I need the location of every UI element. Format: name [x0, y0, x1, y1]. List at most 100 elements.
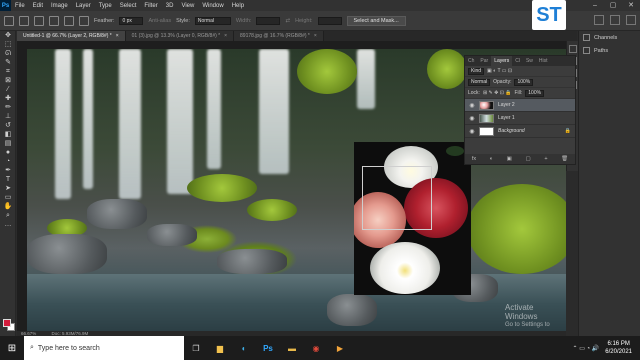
- menu-layer[interactable]: Layer: [72, 3, 95, 9]
- kind-filter-select[interactable]: Kind: [468, 67, 485, 75]
- gradient-icon[interactable]: ▤: [3, 140, 13, 148]
- opacity-input[interactable]: 100%: [514, 78, 534, 86]
- path-select-icon[interactable]: ➤: [3, 185, 13, 193]
- menu-image[interactable]: Image: [47, 3, 72, 9]
- style-select[interactable]: Normal: [194, 16, 231, 25]
- tab-paragraph[interactable]: Par: [477, 56, 491, 66]
- crop-tool-icon[interactable]: ⌗: [3, 68, 13, 76]
- layer-row-layer-1[interactable]: ◉ Layer 1: [465, 112, 575, 125]
- minimize-icon[interactable]: –: [586, 0, 604, 11]
- blend-mode-select[interactable]: Normal: [468, 78, 491, 86]
- visibility-eye-icon[interactable]: ◉: [469, 102, 475, 109]
- height-input[interactable]: [317, 16, 342, 25]
- pen-tool-icon[interactable]: ✒: [3, 167, 13, 175]
- rectangle-tool-icon[interactable]: ▭: [3, 194, 13, 202]
- home-icon[interactable]: [4, 15, 14, 26]
- hand-tool-icon[interactable]: ✋: [3, 203, 13, 211]
- edge-browser-icon[interactable]: ◐: [232, 336, 256, 360]
- layer-name[interactable]: Layer 1: [498, 115, 571, 121]
- new-layer-icon[interactable]: +: [544, 156, 547, 162]
- task-view-icon[interactable]: ❐: [184, 336, 208, 360]
- folder-icon[interactable]: ▬: [280, 336, 304, 360]
- quick-select-icon[interactable]: ✎: [3, 59, 13, 67]
- fx-icon[interactable]: fx: [472, 156, 476, 162]
- healing-brush-icon[interactable]: ✚: [3, 95, 13, 103]
- tab-color[interactable]: Cl: [512, 56, 523, 66]
- dodge-tool-icon[interactable]: ◔: [3, 158, 13, 166]
- tab-history[interactable]: Hist: [536, 56, 551, 66]
- clone-stamp-icon[interactable]: ⊥: [3, 113, 13, 121]
- visibility-eye-icon[interactable]: ◉: [469, 115, 475, 122]
- width-input[interactable]: [256, 16, 281, 25]
- layer-row-layer-2[interactable]: ◉ Layer 2: [465, 99, 575, 112]
- group-icon[interactable]: ▢: [526, 156, 531, 162]
- subtract-selection-icon[interactable]: [64, 15, 74, 26]
- antialias-checkbox[interactable]: Anti-alias: [148, 18, 171, 24]
- windows-start-icon[interactable]: ⊞: [0, 336, 24, 360]
- layer-row-background[interactable]: ◉ Background 🔒: [465, 125, 575, 138]
- menu-type[interactable]: Type: [95, 3, 116, 9]
- layer-name[interactable]: Layer 2: [498, 102, 571, 108]
- mask-icon[interactable]: ◐: [490, 156, 493, 162]
- lasso-tool-icon[interactable]: ᘏ: [3, 50, 13, 58]
- trash-icon[interactable]: 🗑: [561, 156, 568, 162]
- history-brush-icon[interactable]: ↺: [3, 122, 13, 130]
- eyedropper-icon[interactable]: ⁄: [3, 86, 13, 94]
- add-selection-icon[interactable]: [49, 15, 59, 26]
- chrome-icon[interactable]: ◉: [304, 336, 328, 360]
- more-tools-icon[interactable]: …: [3, 221, 13, 229]
- filter-icons[interactable]: ▣ ◐ T ▭ ⊡: [487, 68, 512, 74]
- type-tool-icon[interactable]: T: [3, 176, 13, 184]
- menu-file[interactable]: File: [11, 3, 29, 9]
- selection-marquee[interactable]: [362, 166, 432, 230]
- tab-89178-jpg[interactable]: 89178.jpg @ 16.7% (RGB/8#) * ×: [234, 31, 324, 41]
- tab-layers[interactable]: Layers: [491, 56, 513, 66]
- share-icon[interactable]: [626, 15, 636, 25]
- menu-view[interactable]: View: [177, 3, 198, 9]
- history-icon[interactable]: [569, 45, 577, 53]
- dock-item-channels[interactable]: Channels: [579, 31, 640, 44]
- tab-swatches[interactable]: Sw: [523, 56, 536, 66]
- eraser-icon[interactable]: ◧: [3, 131, 13, 139]
- dock-item-paths[interactable]: Paths: [579, 44, 640, 57]
- zoom-tool-icon[interactable]: ⌕: [3, 212, 13, 220]
- fill-input[interactable]: 100%: [525, 89, 545, 97]
- menu-help[interactable]: Help: [228, 3, 248, 9]
- workspace-icon[interactable]: [610, 15, 620, 25]
- layer-name[interactable]: Background: [498, 128, 561, 134]
- marquee-tool-icon[interactable]: [19, 15, 29, 26]
- tab-channels[interactable]: Ch: [465, 56, 477, 66]
- visibility-eye-icon[interactable]: ◉: [469, 128, 475, 135]
- close-icon[interactable]: ✕: [622, 0, 640, 11]
- search-icon[interactable]: [594, 15, 604, 25]
- select-and-mask-button[interactable]: Select and Mask...: [346, 15, 406, 26]
- menu-3d[interactable]: 3D: [162, 3, 178, 9]
- maximize-icon[interactable]: ▢: [604, 0, 622, 11]
- taskbar-search[interactable]: ⌕ Type here to search: [24, 336, 184, 360]
- lock-icons[interactable]: ⊞ ✎ ✥ ⊡ 🔒: [483, 90, 512, 96]
- adjustment-icon[interactable]: ▣: [507, 156, 512, 162]
- color-swatches[interactable]: [3, 319, 15, 331]
- tray-icons[interactable]: ⌃ ▭ ◔ 🔊: [573, 345, 600, 352]
- file-explorer-icon[interactable]: ▆: [208, 336, 232, 360]
- brush-tool-icon[interactable]: ✏: [3, 104, 13, 112]
- swap-icon[interactable]: ⇄: [285, 18, 290, 24]
- intersect-selection-icon[interactable]: [79, 15, 89, 26]
- close-tab-icon[interactable]: ×: [224, 33, 227, 39]
- media-app-icon[interactable]: ▶: [328, 336, 352, 360]
- menu-edit[interactable]: Edit: [29, 3, 47, 9]
- new-selection-icon[interactable]: [34, 15, 44, 26]
- tab-01-3-jpg[interactable]: 01 (3).jpg @ 13.3% (Layer 0, RGB/8#) * ×: [125, 31, 235, 41]
- feather-input[interactable]: 0 px: [119, 16, 144, 25]
- menu-filter[interactable]: Filter: [140, 3, 161, 9]
- close-tab-icon[interactable]: ×: [116, 33, 119, 39]
- frame-tool-icon[interactable]: ⊠: [3, 77, 13, 85]
- menu-window[interactable]: Window: [198, 3, 227, 9]
- marquee-tool-icon[interactable]: ⬚: [3, 41, 13, 49]
- blur-tool-icon[interactable]: ●: [3, 149, 13, 157]
- foreground-color-swatch[interactable]: [3, 319, 11, 327]
- taskbar-clock[interactable]: 6:16 PM 6/20/2021: [605, 340, 632, 356]
- menu-select[interactable]: Select: [116, 3, 141, 9]
- move-tool-icon[interactable]: ✥: [3, 32, 13, 40]
- close-tab-icon[interactable]: ×: [314, 33, 317, 39]
